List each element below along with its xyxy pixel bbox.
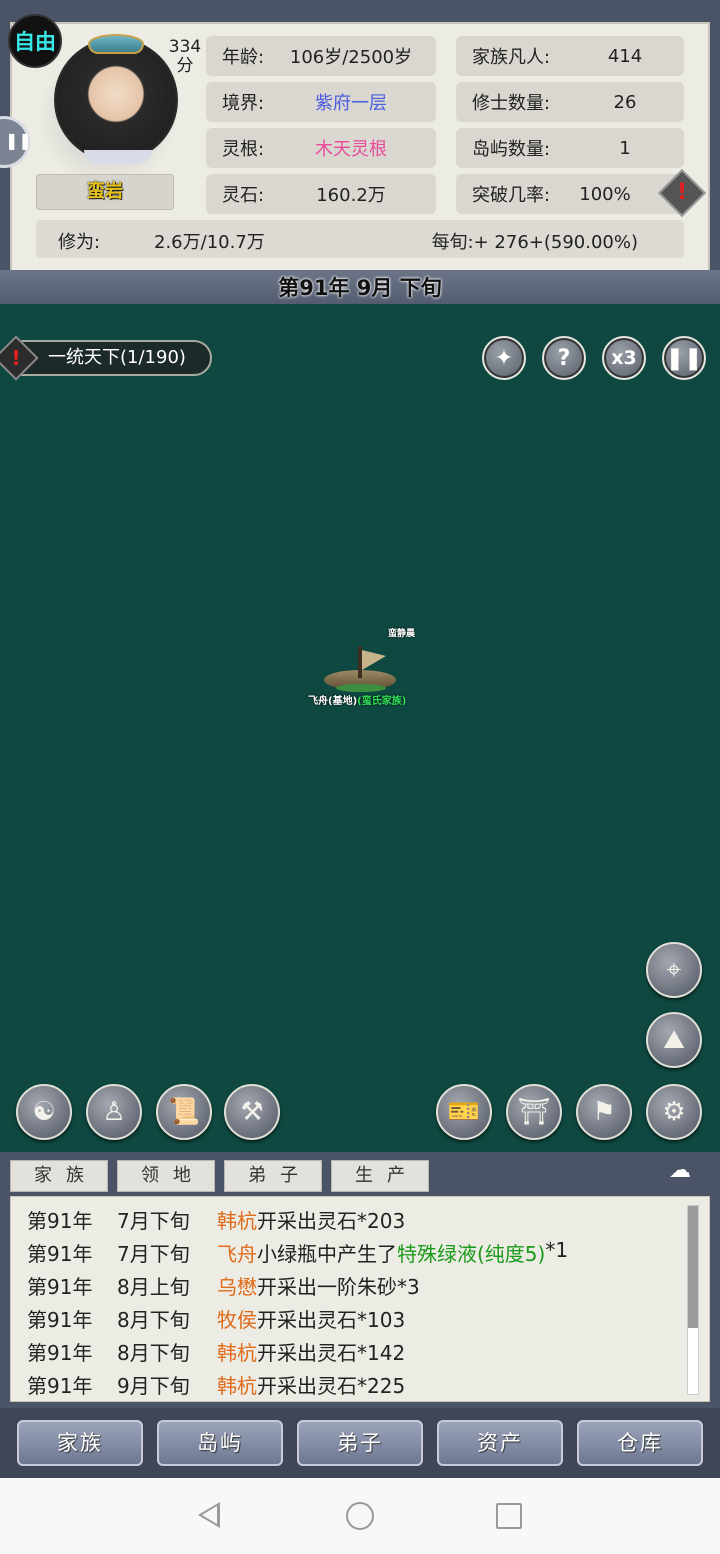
mortals-value: 414 [607,45,643,67]
islands-stat: 岛屿数量: 1 [456,128,684,168]
realm-value: 紫府一层 [315,93,387,114]
ship-owner-label: 蛮静晨 [388,629,416,639]
log-entry: 第91年 7月下旬 韩杭 开采出灵石*203 [27,1205,709,1238]
nav-island-button[interactable]: 岛屿 [157,1420,283,1466]
spirit-stone-value: 160.2万 [316,185,386,206]
cultivation-value: 2.6万/10.7万 [154,232,265,253]
breakthrough-value: 100% [579,183,631,205]
help-button[interactable]: ? [542,336,586,380]
recent-apps-icon[interactable] [496,1503,522,1529]
log-item: 特殊绿液(纯度5) [397,1242,546,1266]
log-actor: 牧侯 [217,1308,257,1332]
quest-tracker[interactable]: 一统天下(1/190) [10,340,212,376]
cultivation-label: 修为: [58,232,101,253]
ship-label: 飞舟(基地)(蛮氏家族) [308,692,406,707]
mortals-stat: 家族凡人: 414 [456,36,684,76]
age-stat: 年龄: 106岁/2500岁 [206,36,436,76]
log-actor: 韩杭 [217,1341,257,1365]
realm-stat: 境界: 紫府一层 [206,82,436,122]
location-pin-icon[interactable]: ⌖ [646,942,702,998]
cultivators-label: 修士数量: [472,93,551,114]
world-map[interactable]: ! 一统天下(1/190) ✦ ? x3 ❚❚ 蛮静晨 飞舟(基地)(蛮氏家族)… [0,304,720,1152]
emblem-icon[interactable]: ✦ [482,336,526,380]
log-actor: 飞舟 [217,1242,257,1266]
mortals-label: 家族凡人: [472,47,551,68]
log-entry: 第91年 8月下旬 韩杭 开采出灵石*142 [27,1337,709,1370]
nav-family-button[interactable]: 家族 [17,1420,143,1466]
cultivators-stat: 修士数量: 26 [456,82,684,122]
pause-icon[interactable]: ❚❚ [662,336,706,380]
score-value: 334 [168,37,202,57]
scroll-icon[interactable]: 📜 [156,1084,212,1140]
cultivators-value: 26 [613,91,637,113]
spirit-stone-stat: 灵石: 160.2万 [206,174,436,214]
settings-gear-icon[interactable]: ⚙ [646,1084,702,1140]
hammer-icon[interactable]: ⚒ [224,1084,280,1140]
spirit-root-stat: 灵根: 木天灵根 [206,128,436,168]
flag-icon[interactable]: ⚑ [576,1084,632,1140]
tab-disciple-log[interactable]: 弟子 [224,1160,322,1192]
home-icon[interactable] [346,1502,374,1530]
ship-label-family: (蛮氏家族) [357,696,407,707]
character-avatar[interactable] [54,38,178,164]
log-actor: 韩杭 [217,1209,257,1233]
realm-label: 境界: [222,93,265,114]
breakthrough-stat: 突破几率: 100% [456,174,684,214]
speed-button[interactable]: x3 [602,336,646,380]
free-mode-badge[interactable]: 自由 [8,14,62,68]
age-value: 106岁/2500岁 [289,47,413,68]
character-name[interactable]: 蛮岩 [36,174,174,210]
log-entry: 第91年 8月上旬 乌懋 开采出一阶朱砂*3 [27,1271,709,1304]
spirit-root-value: 木天灵根 [315,139,387,160]
breakthrough-label: 突破几率: [472,185,551,206]
log-entry: 第91年 8月下旬 牧侯 开采出灵石*103 [27,1304,709,1337]
system-nav-bar [0,1478,720,1554]
score-display: 334 分 [165,38,205,76]
log-panel: 家族 领地 弟子 生产 ☁ 第91年 7月下旬 韩杭 开采出灵石*203 第91… [0,1152,720,1408]
tab-family-log[interactable]: 家族 [10,1160,108,1192]
flying-ship-base[interactable] [318,644,402,696]
log-scrollbar[interactable] [687,1205,699,1395]
crown-icon [88,34,144,54]
log-actor: 韩杭 [217,1374,257,1398]
islands-label: 岛屿数量: [472,139,551,160]
disciple-portrait-icon[interactable]: ♙ [86,1084,142,1140]
date-bar: 第91年 9月 下旬 [0,270,720,304]
cloud-ornament-icon[interactable]: ☁ [656,1158,704,1184]
nav-disciple-button[interactable]: 弟子 [297,1420,423,1466]
cultivation-row: 修为: 2.6万/10.7万 每旬:+ 276+(590.00%) [36,220,684,258]
back-icon[interactable] [198,1502,220,1528]
game-date: 第91年 9月 下旬 [278,276,442,300]
bottom-nav: 家族 岛屿 弟子 资产 仓库 [0,1408,720,1478]
log-entry: 第91年 9月下旬 韩杭 开采出灵石*225 [27,1370,709,1403]
log-entry: 第91年 7月下旬 飞舟 小绿瓶中产生了 特殊绿液(纯度5) *1 [27,1238,709,1271]
spirit-root-label: 灵根: [222,139,265,160]
tab-production-log[interactable]: 生产 [331,1160,429,1192]
pavilion-icon[interactable]: ⛩ [506,1084,562,1140]
ship-label-main: 飞舟(基地) [308,696,358,707]
score-unit: 分 [176,56,194,76]
log-list[interactable]: 第91年 7月下旬 韩杭 开采出灵石*203 第91年 7月下旬 飞舟 小绿瓶中… [10,1196,710,1402]
islands-value: 1 [619,137,631,159]
age-label: 年龄: [222,47,265,68]
cultivation-rate: 每旬:+ 276+(590.00%) [431,232,638,253]
spirit-stone-label: 灵石: [222,185,265,206]
nav-assets-button[interactable]: 资产 [437,1420,563,1466]
tab-territory-log[interactable]: 领地 [117,1160,215,1192]
mountain-icon[interactable]: ⛰ [646,1012,702,1068]
ticket-icon[interactable]: 🎫 [436,1084,492,1140]
log-actor: 乌懋 [217,1275,257,1299]
meditation-icon[interactable]: ☯ [16,1084,72,1140]
nav-warehouse-button[interactable]: 仓库 [577,1420,703,1466]
